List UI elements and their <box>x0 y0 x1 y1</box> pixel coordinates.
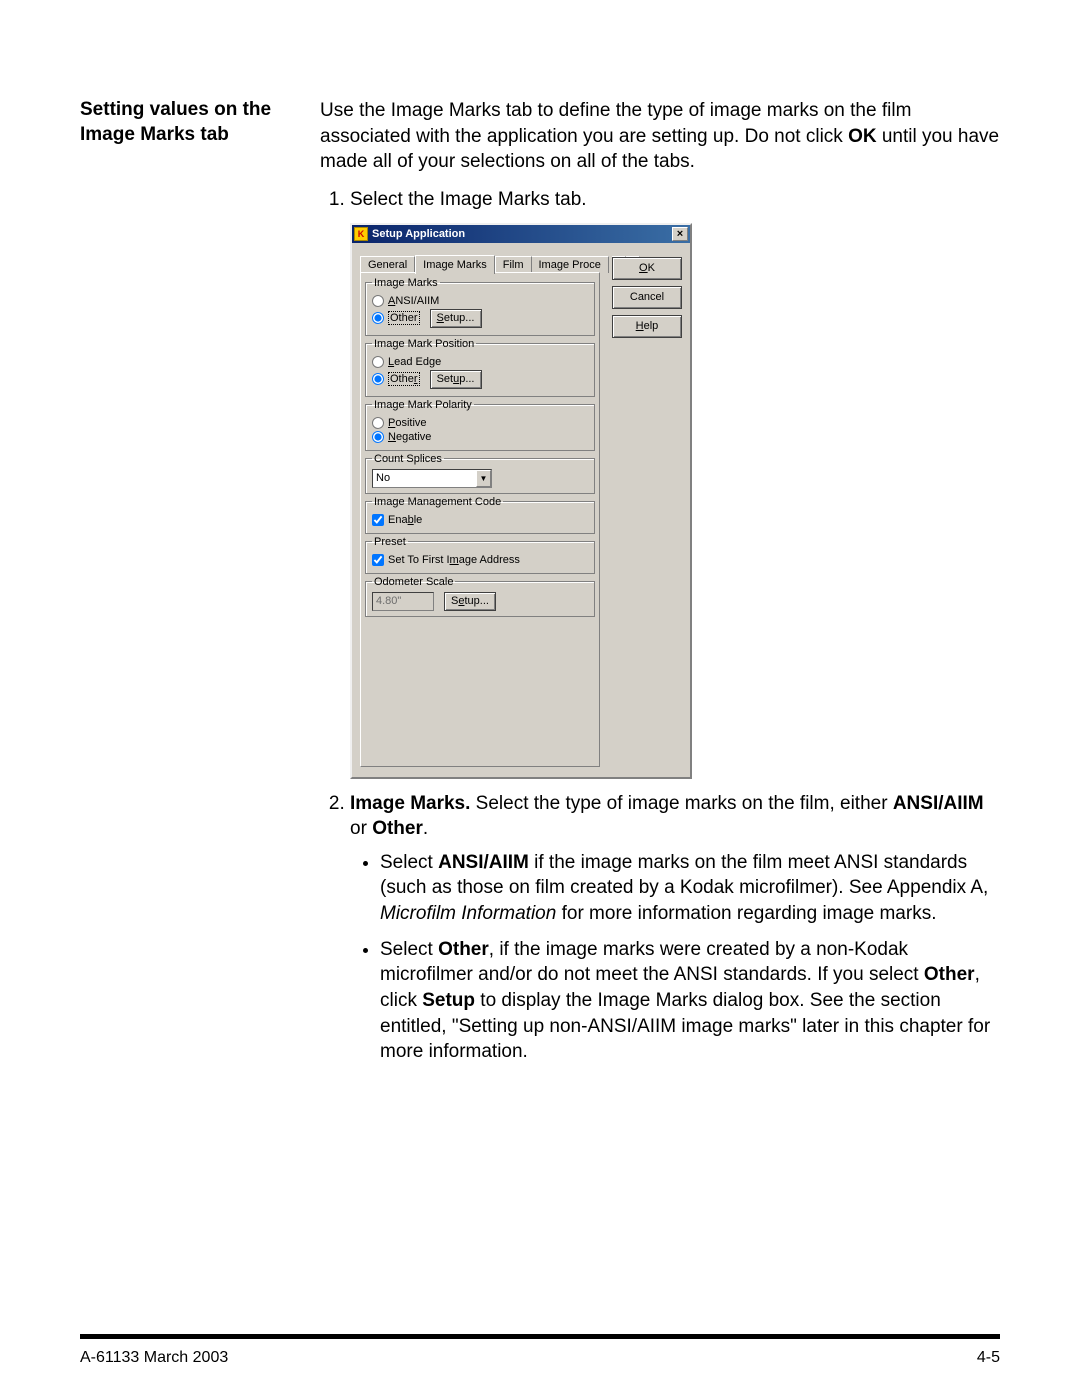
count-splices-select[interactable]: No ▼ <box>372 469 492 488</box>
label-first-image-address: Set To First Image Address <box>388 554 520 566</box>
footer-left: A-61133 March 2003 <box>80 1349 228 1367</box>
step-2-b: Select the type of image marks on the fi… <box>470 793 892 814</box>
group-management-code: Image Management Code Enable <box>365 496 595 534</box>
legend-image-marks: Image Marks <box>372 277 440 289</box>
tab-image-marks[interactable]: Image Marks <box>415 255 495 274</box>
group-polarity: Image Mark Polarity Positive Negative <box>365 399 595 451</box>
setup-image-marks-button[interactable]: Setup... <box>430 309 482 328</box>
footer-rule <box>80 1334 1000 1339</box>
step-2-ansi: ANSI/AIIM <box>893 793 984 814</box>
count-splices-value: No <box>376 472 390 484</box>
b2b: Other <box>438 939 489 960</box>
step-2-other: Other <box>372 818 423 839</box>
b2d: Other <box>924 964 975 985</box>
radio-negative[interactable] <box>372 431 384 443</box>
step-1: Select the Image Marks tab. <box>350 187 1000 213</box>
checkbox-enable[interactable] <box>372 514 384 526</box>
b1d: Microfilm Information <box>380 903 556 924</box>
tab-image-proce[interactable]: Image Proce <box>532 256 609 273</box>
label-negative: Negative <box>388 431 431 443</box>
setup-odometer-button[interactable]: Setup... <box>444 592 496 611</box>
b2a: Select <box>380 939 438 960</box>
checkbox-first-image-address[interactable] <box>372 554 384 566</box>
chevron-down-icon: ▼ <box>476 470 491 487</box>
legend-polarity: Image Mark Polarity <box>372 399 474 411</box>
b1a: Select <box>380 852 438 873</box>
dialog-title: Setup Application <box>372 228 465 240</box>
bullet-ansi: Select ANSI/AIIM if the image marks on t… <box>380 850 1000 927</box>
group-count-splices: Count Splices No ▼ <box>365 453 595 494</box>
radio-position-other[interactable] <box>372 373 384 385</box>
tab-film[interactable]: Film <box>495 256 532 273</box>
intro-paragraph: Use the Image Marks tab to define the ty… <box>320 98 1000 175</box>
step-2-f: . <box>423 818 428 839</box>
b1e: for more information regarding image mar… <box>556 903 936 924</box>
b1b: ANSI/AIIM <box>438 852 529 873</box>
step-2: Image Marks. Select the type of image ma… <box>350 791 1000 1065</box>
intro-a: Use the Image Marks tab to define the ty… <box>320 100 911 147</box>
radio-positive[interactable] <box>372 417 384 429</box>
setup-application-dialog: K Setup Application × General Image Mark… <box>350 223 692 779</box>
intro-ok: OK <box>848 126 877 147</box>
group-position: Image Mark Position Lead Edge Other Setu… <box>365 338 595 397</box>
bullet-other: Select Other, if the image marks were cr… <box>380 937 1000 1065</box>
label-position-other: Other <box>388 372 420 386</box>
close-icon[interactable]: × <box>672 227 688 241</box>
radio-lead-edge[interactable] <box>372 356 384 368</box>
ok-button[interactable]: OOKK <box>612 257 682 280</box>
label-ansi-aiim: ANSI/AIIM <box>388 295 439 307</box>
group-preset: Preset Set To First Image Address <box>365 536 595 574</box>
label-other: Other <box>388 311 420 325</box>
legend-preset: Preset <box>372 536 408 548</box>
tab-general[interactable]: General <box>360 256 415 273</box>
titlebar: K Setup Application × <box>352 225 690 243</box>
label-enable: Enable <box>388 514 422 526</box>
help-button[interactable]: HelpHelp <box>612 315 682 338</box>
group-image-marks: Image Marks ANSI/AIIM Other Setup... <box>365 277 595 336</box>
label-positive: Positive <box>388 417 427 429</box>
kodak-icon: K <box>354 227 368 241</box>
legend-odometer: Odometer Scale <box>372 576 455 588</box>
step-2-bold: Image Marks. <box>350 793 470 814</box>
odometer-value-field: 4.80" <box>372 592 434 611</box>
group-odometer: Odometer Scale 4.80" Setup... <box>365 576 595 617</box>
legend-management-code: Image Management Code <box>372 496 503 508</box>
cancel-button[interactable]: Cancel <box>612 286 682 309</box>
setup-position-button[interactable]: Setup... <box>430 370 482 389</box>
footer-right: 4-5 <box>977 1349 1000 1367</box>
tab-panel: Image Marks ANSI/AIIM Other Setup... <box>360 272 600 767</box>
legend-count-splices: Count Splices <box>372 453 444 465</box>
legend-position: Image Mark Position <box>372 338 476 350</box>
tab-strip: General Image Marks Film Image Proce ◂ ▸ <box>360 253 640 273</box>
step-2-d: or <box>350 818 372 839</box>
b2f: Setup <box>422 990 475 1011</box>
label-lead-edge: Lead Edge <box>388 356 441 368</box>
radio-ansi-aiim[interactable] <box>372 295 384 307</box>
radio-other[interactable] <box>372 312 384 324</box>
section-heading: Setting values on the Image Marks tab <box>80 98 320 147</box>
